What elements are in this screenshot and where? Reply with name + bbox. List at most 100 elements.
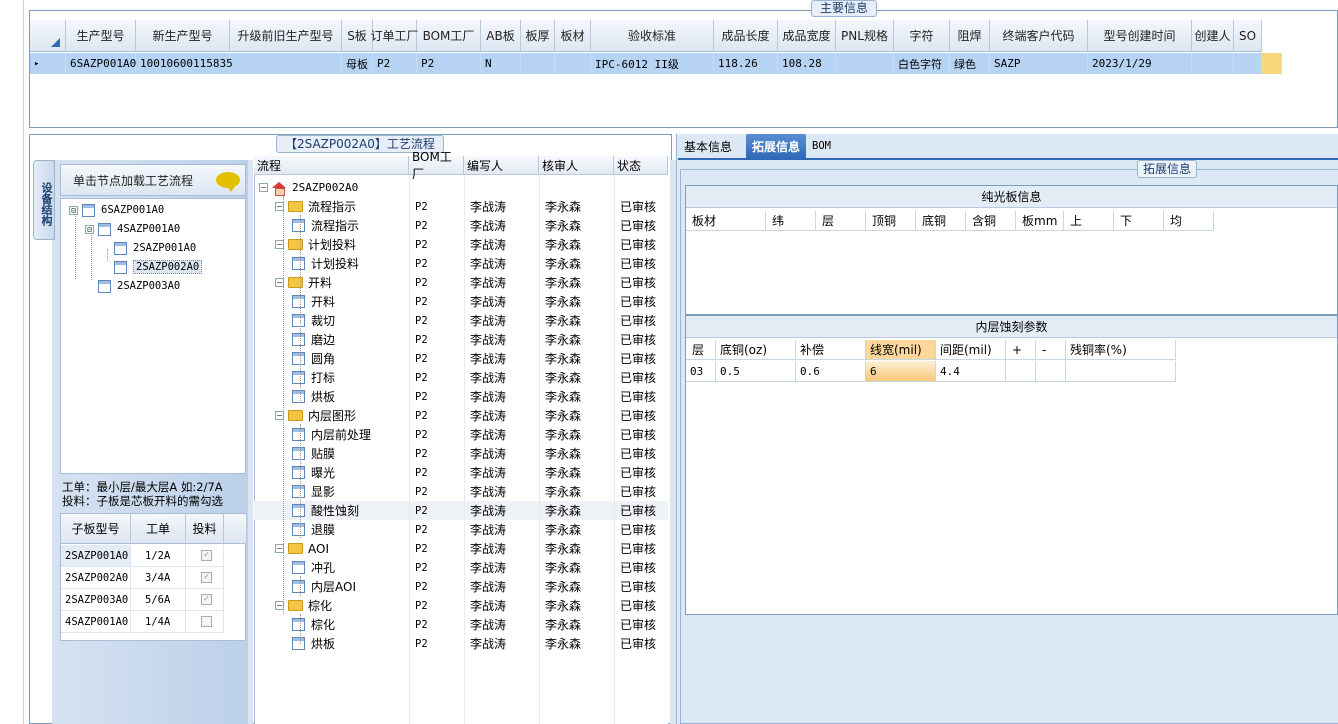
process-column-header[interactable]: 编写人 bbox=[464, 156, 539, 174]
bare-board-column[interactable]: 层 bbox=[816, 211, 866, 231]
inner-etch-cell[interactable] bbox=[1036, 361, 1066, 382]
feed-checkbox[interactable]: ✓ bbox=[201, 572, 212, 583]
process-row[interactable]: 曝光 P2 李战涛 李永森 已审核 bbox=[254, 463, 668, 482]
main-info-row[interactable]: ▸ 6SAZP001A0 10010600115835 母板 P2 P2 N IPC-6012… bbox=[30, 53, 1282, 74]
inner-etch-grid[interactable]: 内层蚀刻参数 层 03 底铜(oz) 0.5 补偿 0.6 线宽(mil) 6 间距(mil) 4… bbox=[685, 315, 1338, 615]
process-row[interactable]: 烘板 P2 李战涛 李永森 已审核 bbox=[254, 634, 668, 653]
process-row[interactable]: 内层前处理 P2 李战涛 李永森 已审核 bbox=[254, 425, 668, 444]
inner-etch-cell[interactable]: 4.4 bbox=[936, 361, 1006, 382]
process-column-header[interactable]: 状态 bbox=[614, 156, 668, 174]
sub-grid-header[interactable]: 子板型号 bbox=[61, 514, 131, 544]
inner-etch-cell[interactable]: 03 bbox=[686, 361, 716, 382]
grid-cell[interactable]: 118.26 bbox=[714, 53, 778, 74]
sub-board-grid[interactable]: 子板型号 工单 投料 2SAZP001A0 1/2A ✓ 2SAZP002A0 3/4A ✓ 2S… bbox=[60, 513, 247, 641]
grid-cell[interactable]: P2 bbox=[417, 53, 481, 74]
column-header[interactable]: SO bbox=[1234, 20, 1262, 51]
bare-board-column[interactable]: 下 bbox=[1114, 211, 1164, 231]
inner-etch-column[interactable]: 间距(mil) bbox=[936, 340, 1006, 360]
collapse-toggle-icon[interactable]: − bbox=[259, 183, 268, 192]
inner-etch-column[interactable]: + bbox=[1006, 340, 1036, 360]
sub-grid-header[interactable]: 工单 bbox=[131, 514, 186, 544]
grid-cell[interactable]: 白色字符 bbox=[894, 53, 950, 74]
inner-etch-column[interactable]: 补偿 bbox=[796, 340, 866, 360]
bare-board-column[interactable]: 纬 bbox=[766, 211, 816, 231]
process-row[interactable]: 贴膜 P2 李战涛 李永森 已审核 bbox=[254, 444, 668, 463]
tree-node[interactable]: ⊟ 4SAZP001A0 bbox=[85, 220, 180, 238]
process-row[interactable]: − 内层图形 P2 李战涛 李永森 已审核 bbox=[254, 406, 668, 425]
expand-toggle-icon[interactable]: ⊟ bbox=[85, 224, 94, 234]
inner-etch-column[interactable]: 层 bbox=[686, 340, 716, 360]
inner-etch-cell[interactable]: 0.5 bbox=[716, 361, 796, 382]
sub-grid-model[interactable]: 4SAZP001A0 bbox=[61, 611, 131, 633]
column-header[interactable]: 终端客户代码 bbox=[990, 20, 1088, 51]
grid-cell[interactable]: IPC-6012 II级 bbox=[591, 53, 714, 74]
grid-cell[interactable]: 10010600115835 bbox=[136, 53, 233, 74]
bare-board-column[interactable]: 均 bbox=[1164, 211, 1214, 231]
column-header[interactable]: 成品长度 bbox=[714, 20, 778, 51]
expand-toggle-icon[interactable]: ⊟ bbox=[69, 205, 78, 215]
process-column-header[interactable]: BOM工厂 bbox=[409, 150, 464, 181]
column-header[interactable]: 成品宽度 bbox=[778, 20, 836, 51]
grid-cell[interactable] bbox=[521, 53, 555, 74]
column-header[interactable]: BOM工厂 bbox=[417, 20, 481, 51]
bare-board-column[interactable]: 含铜 bbox=[966, 211, 1016, 231]
left-splitter[interactable] bbox=[248, 160, 253, 724]
sub-grid-order[interactable]: 1/4A bbox=[131, 611, 186, 633]
bare-board-grid[interactable]: 纯光板信息 板材纬层顶铜 底铜 含铜 板mm 上下均 bbox=[685, 185, 1338, 315]
bare-board-column[interactable]: 上 bbox=[1064, 211, 1114, 231]
column-header[interactable]: 创建人 bbox=[1192, 20, 1234, 51]
process-row[interactable]: − AOI P2 李战涛 李永森 已审核 bbox=[254, 539, 668, 558]
column-header[interactable]: 字符 bbox=[894, 20, 950, 51]
tab-equipment-structure[interactable]: 设备结构 bbox=[33, 160, 55, 240]
process-row[interactable]: 酸性蚀刻 P2 李战涛 李永森 已审核 bbox=[254, 501, 668, 520]
inner-etch-cell[interactable] bbox=[1066, 361, 1176, 382]
sub-grid-model[interactable]: 2SAZP002A0 bbox=[61, 567, 131, 589]
grid-cell[interactable]: 2023/1/29 bbox=[1088, 53, 1192, 74]
process-row[interactable]: 裁切 P2 李战涛 李永森 已审核 bbox=[254, 311, 668, 330]
process-row[interactable]: − 棕化 P2 李战涛 李永森 已审核 bbox=[254, 596, 668, 615]
column-header[interactable]: S板 bbox=[342, 20, 373, 51]
column-header[interactable]: 验收标准 bbox=[591, 20, 714, 51]
process-row[interactable]: 流程指示 P2 李战涛 李永森 已审核 bbox=[254, 216, 668, 235]
feed-checkbox[interactable]: ✓ bbox=[201, 594, 212, 605]
structure-tree[interactable]: ⊟ 6SAZP001A0 ⊟ 4SAZP001A0 2SAZP001A0 2SAZP002… bbox=[60, 198, 246, 474]
grid-cell[interactable]: 绿色 bbox=[950, 53, 990, 74]
sub-grid-model[interactable]: 2SAZP003A0 bbox=[61, 589, 131, 611]
sub-grid-order[interactable]: 5/6A bbox=[131, 589, 186, 611]
inner-etch-cell[interactable]: 0.6 bbox=[796, 361, 866, 382]
column-header[interactable]: 板材 bbox=[555, 20, 591, 51]
column-header[interactable]: PNL规格 bbox=[836, 20, 894, 51]
column-header[interactable]: 生产型号 bbox=[66, 20, 136, 51]
grid-cell[interactable] bbox=[1192, 53, 1234, 74]
feed-checkbox[interactable] bbox=[201, 616, 212, 627]
tree-node[interactable]: 2SAZP001A0 bbox=[114, 239, 196, 257]
grid-cell[interactable]: P2 bbox=[373, 53, 417, 74]
sub-grid-order[interactable]: 1/2A bbox=[131, 545, 186, 567]
process-row[interactable]: − 计划投料 P2 李战涛 李永森 已审核 bbox=[254, 235, 668, 254]
grid-cell[interactable]: 6SAZP001A0 bbox=[66, 53, 136, 74]
process-row[interactable]: − 开料 P2 李战涛 李永森 已审核 bbox=[254, 273, 668, 292]
grid-cell[interactable]: 108.28 bbox=[778, 53, 836, 74]
grid-cell[interactable] bbox=[1234, 53, 1262, 74]
process-row[interactable]: 圆角 P2 李战涛 李永森 已审核 bbox=[254, 349, 668, 368]
tab-bom[interactable]: BOM bbox=[806, 134, 837, 158]
process-row[interactable]: 显影 P2 李战涛 李永森 已审核 bbox=[254, 482, 668, 501]
grid-cell[interactable]: 母板 bbox=[342, 53, 373, 74]
column-header[interactable]: 板厚 bbox=[521, 20, 555, 51]
sub-grid-order[interactable]: 3/4A bbox=[131, 567, 186, 589]
process-row[interactable]: 计划投料 P2 李战涛 李永森 已审核 bbox=[254, 254, 668, 273]
column-header[interactable]: 订单工厂 bbox=[371, 20, 419, 51]
tree-node[interactable]: 2SAZP003A0 bbox=[98, 277, 180, 295]
column-header[interactable]: 升级前旧生产型号 bbox=[230, 20, 342, 51]
bare-board-column[interactable]: 板材 bbox=[686, 211, 766, 231]
process-row[interactable]: 烘板 P2 李战涛 李永森 已审核 bbox=[254, 387, 668, 406]
sub-grid-model[interactable]: 2SAZP001A0 bbox=[61, 545, 131, 567]
sub-grid-header[interactable]: 投料 bbox=[186, 514, 224, 544]
tree-node[interactable]: 2SAZP002A0 bbox=[114, 258, 203, 276]
bare-board-column[interactable]: 顶铜 bbox=[866, 211, 916, 231]
feed-checkbox[interactable]: ✓ bbox=[201, 550, 212, 561]
column-header[interactable]: AB板 bbox=[481, 20, 521, 51]
process-row[interactable]: 棕化 P2 李战涛 李永森 已审核 bbox=[254, 615, 668, 634]
process-row[interactable]: − 流程指示 P2 李战涛 李永森 已审核 bbox=[254, 197, 668, 216]
row-marker[interactable]: ▸ bbox=[30, 53, 66, 74]
